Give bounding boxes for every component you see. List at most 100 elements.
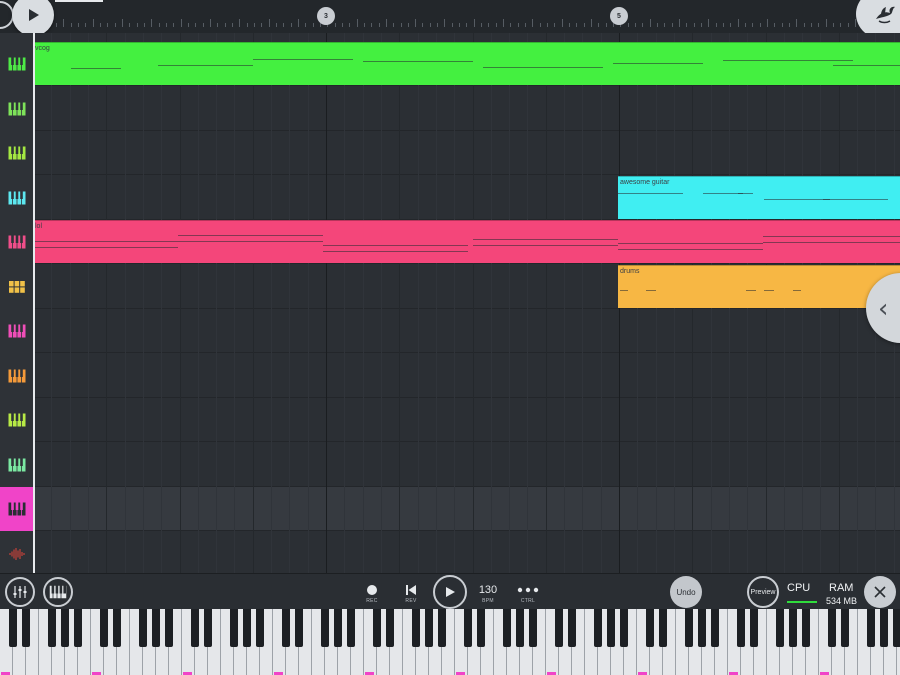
black-key[interactable] bbox=[386, 609, 394, 647]
black-key[interactable] bbox=[867, 609, 875, 647]
black-key[interactable] bbox=[776, 609, 784, 647]
black-key[interactable] bbox=[9, 609, 17, 647]
black-key[interactable] bbox=[230, 609, 238, 647]
bar-marker-3[interactable]: 3 bbox=[317, 7, 335, 25]
black-key[interactable] bbox=[620, 609, 628, 647]
black-key[interactable] bbox=[139, 609, 147, 647]
black-key[interactable] bbox=[503, 609, 511, 647]
clip-name: lol bbox=[35, 223, 43, 230]
track-button[interactable] bbox=[0, 487, 33, 531]
black-key[interactable] bbox=[256, 609, 264, 647]
black-key[interactable] bbox=[737, 609, 745, 647]
black-key[interactable] bbox=[711, 609, 719, 647]
black-key[interactable] bbox=[828, 609, 836, 647]
black-key[interactable] bbox=[191, 609, 199, 647]
black-key[interactable] bbox=[74, 609, 82, 647]
playlist-lane[interactable] bbox=[33, 487, 900, 531]
black-key[interactable] bbox=[347, 609, 355, 647]
mixer-button[interactable] bbox=[5, 577, 35, 607]
black-key[interactable] bbox=[750, 609, 758, 647]
track-button[interactable] bbox=[0, 443, 33, 487]
playlist-lane[interactable] bbox=[33, 309, 900, 353]
black-key[interactable] bbox=[516, 609, 524, 647]
playlist-clip[interactable]: drums bbox=[618, 264, 900, 308]
playlist-lane[interactable] bbox=[33, 131, 900, 175]
black-key[interactable] bbox=[100, 609, 108, 647]
black-key[interactable] bbox=[113, 609, 121, 647]
playlist-clip[interactable]: vcog bbox=[33, 42, 900, 85]
black-key[interactable] bbox=[321, 609, 329, 647]
close-button[interactable] bbox=[864, 576, 896, 608]
playhead[interactable] bbox=[33, 33, 35, 573]
playlist-lane[interactable] bbox=[33, 354, 900, 398]
track-button[interactable] bbox=[0, 265, 33, 309]
black-key[interactable] bbox=[61, 609, 69, 647]
clip-note bbox=[33, 241, 178, 242]
undo-button[interactable]: Undo bbox=[670, 576, 702, 608]
black-key[interactable] bbox=[789, 609, 797, 647]
black-key[interactable] bbox=[152, 609, 160, 647]
black-key[interactable] bbox=[22, 609, 30, 647]
playlist-lane[interactable] bbox=[33, 398, 900, 442]
track-button[interactable] bbox=[0, 42, 33, 86]
clip-note bbox=[764, 198, 830, 200]
black-key[interactable] bbox=[607, 609, 615, 647]
black-key[interactable] bbox=[594, 609, 602, 647]
playlist-lane[interactable] bbox=[33, 443, 900, 487]
black-key[interactable] bbox=[438, 609, 446, 647]
black-key[interactable] bbox=[295, 609, 303, 647]
rewind-control[interactable]: REV bbox=[401, 584, 421, 604]
grid-line bbox=[51, 33, 53, 573]
preview-button[interactable]: Preview bbox=[747, 576, 779, 608]
playlist-clip[interactable]: awesome guitar bbox=[618, 175, 900, 219]
black-key[interactable] bbox=[893, 609, 900, 647]
black-key[interactable] bbox=[412, 609, 420, 647]
black-key[interactable] bbox=[685, 609, 693, 647]
black-key[interactable] bbox=[698, 609, 706, 647]
black-key[interactable] bbox=[841, 609, 849, 647]
bar-marker-5[interactable]: 5 bbox=[610, 7, 628, 25]
black-key[interactable] bbox=[477, 609, 485, 647]
tempo-control[interactable]: 130 BPM bbox=[474, 584, 502, 604]
black-key[interactable] bbox=[880, 609, 888, 647]
timeline-tick bbox=[290, 23, 292, 27]
ctrl-control[interactable]: CTRL bbox=[513, 584, 543, 604]
black-key[interactable] bbox=[646, 609, 654, 647]
black-key[interactable] bbox=[425, 609, 433, 647]
timeline-tick bbox=[554, 23, 556, 27]
track-button[interactable] bbox=[0, 131, 33, 175]
timeline-tick bbox=[781, 23, 783, 27]
track-button[interactable] bbox=[0, 87, 33, 131]
timeline-tick bbox=[510, 23, 512, 27]
black-key[interactable] bbox=[659, 609, 667, 647]
track-button[interactable] bbox=[0, 309, 33, 353]
track-button[interactable] bbox=[0, 220, 33, 264]
black-key[interactable] bbox=[282, 609, 290, 647]
black-key[interactable] bbox=[464, 609, 472, 647]
chevron-left-icon[interactable]: ‹ bbox=[878, 294, 888, 324]
playlist-lane[interactable] bbox=[33, 87, 900, 131]
black-key[interactable] bbox=[165, 609, 173, 647]
black-key[interactable] bbox=[555, 609, 563, 647]
track-button[interactable] bbox=[0, 398, 33, 442]
piano-keyboard[interactable] bbox=[0, 609, 900, 675]
black-key[interactable] bbox=[802, 609, 810, 647]
black-key[interactable] bbox=[48, 609, 56, 647]
playlist-lane[interactable] bbox=[33, 532, 900, 574]
timeline-ruler[interactable] bbox=[34, 0, 900, 33]
piano-roll-button[interactable] bbox=[43, 577, 73, 607]
black-key[interactable] bbox=[204, 609, 212, 647]
black-key[interactable] bbox=[243, 609, 251, 647]
black-key[interactable] bbox=[373, 609, 381, 647]
track-button[interactable] bbox=[0, 176, 33, 220]
track-button[interactable] bbox=[0, 532, 33, 576]
playlist-grid[interactable]: vcog awesome guitar lol drums bbox=[33, 33, 900, 573]
record-control[interactable]: REC bbox=[362, 584, 382, 604]
playlist-clip[interactable]: lol bbox=[33, 220, 900, 263]
track-button[interactable] bbox=[0, 354, 33, 398]
black-key[interactable] bbox=[529, 609, 537, 647]
black-key[interactable] bbox=[334, 609, 342, 647]
timeline-bar[interactable]: 3 5 bbox=[0, 0, 900, 40]
black-key[interactable] bbox=[568, 609, 576, 647]
play-button[interactable] bbox=[433, 575, 467, 609]
